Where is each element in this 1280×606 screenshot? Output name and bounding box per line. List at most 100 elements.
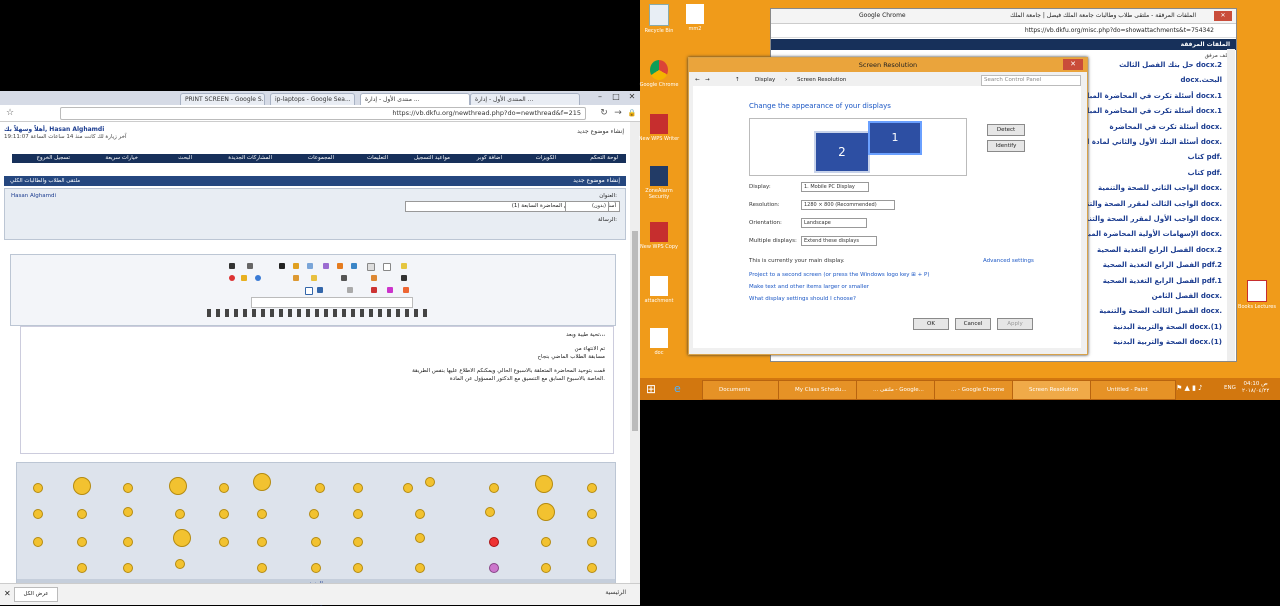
toolbar-btn[interactable] (367, 263, 375, 271)
desktop-icon-wps-writer[interactable]: New WPS Writer (638, 114, 680, 142)
smiley-icon[interactable] (257, 563, 267, 573)
ok-button[interactable]: OK (913, 318, 949, 330)
help-link[interactable]: What display settings should I choose? (749, 296, 856, 302)
display-select[interactable]: 1. Mobile PC Display (801, 182, 869, 192)
toolbar-btn[interactable] (247, 263, 253, 269)
smiley-icon[interactable] (123, 537, 133, 547)
smiley-icon[interactable] (123, 483, 133, 493)
nav-item-help[interactable]: التعليمات (367, 154, 388, 163)
toolbar-btn[interactable] (383, 263, 391, 271)
smiley-icon[interactable] (489, 483, 499, 493)
minimize-icon[interactable]: – (592, 91, 608, 103)
search-input[interactable]: Search Control Panel (981, 75, 1081, 86)
nav-item-quick[interactable]: خيارات سريعة (105, 154, 138, 163)
file-link[interactable]: الفصل الرابع التغذية الصحية pdf.2 (1103, 261, 1222, 275)
smiley-icon[interactable] (415, 563, 425, 573)
smiley-icon[interactable] (587, 537, 597, 547)
smiley-icon[interactable] (535, 475, 553, 493)
smiley-icon[interactable] (77, 537, 87, 547)
smiley-icon[interactable] (173, 529, 191, 547)
forward-icon[interactable]: → (705, 74, 710, 86)
file-link[interactable]: الواجب الأول لمقرر الصحة والتنمية docx. (1078, 215, 1223, 229)
smiley-icon[interactable] (175, 509, 185, 519)
orientation-select[interactable]: Landscape (801, 218, 867, 228)
smiley-icon[interactable] (219, 509, 229, 519)
desktop-icon-zonealarm[interactable]: ZoneAlarm Security (638, 166, 680, 200)
cancel-button[interactable]: Cancel (955, 318, 991, 330)
close-icon[interactable]: ✕ (1063, 59, 1083, 70)
smiley-icon[interactable] (541, 563, 551, 573)
toolbar-btn[interactable] (229, 263, 235, 269)
toolbar-btn[interactable] (337, 263, 343, 269)
toolbar-btn[interactable] (229, 275, 235, 281)
smiley-icon[interactable] (403, 483, 413, 493)
file-link[interactable]: الصحة والتربية البدنية docx.(1) (1113, 323, 1222, 337)
smiley-icon[interactable] (489, 563, 499, 573)
url-field[interactable]: https://vb.dkfu.org/newthread.php?do=new… (60, 107, 586, 120)
file-link[interactable]: كتاب pdf. (1188, 169, 1222, 183)
smiley-icon[interactable] (353, 537, 363, 547)
smiley-icon[interactable] (257, 509, 267, 519)
prefix-select[interactable]: (بدون) (565, 201, 609, 212)
smiley-icon[interactable] (123, 563, 133, 573)
ie-icon[interactable]: e (674, 382, 688, 396)
smiley-icon[interactable] (253, 473, 271, 491)
text-size-link[interactable]: Make text and other items larger or smal… (749, 284, 869, 290)
advanced-settings-link[interactable]: Advanced settings (983, 258, 1034, 264)
display-arrangement[interactable]: 2 1 (749, 118, 967, 176)
file-link[interactable]: الفصل الثامن docx. (1152, 292, 1222, 306)
taskbar-item-chrome-1[interactable]: ... ملتقى - Google... (856, 380, 944, 400)
file-link[interactable]: أسئلة تكرت في المحاضرة docx. (1109, 123, 1222, 137)
smiley-icon[interactable] (257, 537, 267, 547)
smiley-icon[interactable] (73, 477, 91, 495)
monitor-2-icon[interactable]: 2 (814, 131, 870, 173)
file-link[interactable]: الفصل الرابع التغذية الصحية pdf.1 (1103, 277, 1222, 291)
breadcrumb-screen-resolution[interactable]: Screen Resolution (797, 74, 846, 86)
nav-item-search[interactable]: البحث (178, 154, 192, 163)
smiley-icon[interactable] (33, 509, 43, 519)
star-icon[interactable]: ☆ (4, 107, 16, 119)
smiley-icon[interactable] (537, 503, 555, 521)
toolbar-btn[interactable] (279, 263, 285, 269)
monitor-1-icon[interactable]: 1 (868, 121, 922, 155)
nav-item-new-posts[interactable]: المشاركات الجديدة (228, 154, 272, 163)
identify-button[interactable]: Identify (987, 140, 1025, 152)
resolution-select[interactable]: 1280 × 800 (Recommended) (801, 200, 895, 210)
smiley-icon[interactable] (587, 563, 597, 573)
nav-item-groups[interactable]: المجموعات (308, 154, 334, 163)
file-link[interactable]: docx.البحث (1181, 76, 1223, 90)
toolbar-btn[interactable] (323, 263, 329, 269)
close-icon[interactable]: ✕ (4, 589, 11, 598)
tray-icons[interactable]: ⚑ ▲ ▮ ♪ (1176, 384, 1203, 392)
nav-item-logout[interactable]: تسجيل الخروج (36, 154, 70, 163)
clock[interactable]: 04:10 ص ٢٠١٨/٠٤/٢٢ (1242, 381, 1269, 395)
project-link[interactable]: Project to a second screen (or press the… (749, 272, 930, 278)
smiley-icon[interactable] (33, 483, 43, 493)
toolbar-btn[interactable] (293, 275, 299, 281)
toolbar-btn[interactable] (371, 275, 377, 281)
nav-item-cp[interactable]: لوحة التحكم (590, 154, 618, 163)
taskbar-item-paint[interactable]: Untitled - Paint (1090, 380, 1176, 400)
taskbar-item-schedule[interactable]: My Class Schedu... (778, 380, 864, 400)
smiley-icon[interactable] (311, 563, 321, 573)
nav-item-add[interactable]: اضافة كوبر (477, 154, 502, 163)
maximize-icon[interactable]: □ (608, 91, 624, 103)
toolbar-btn[interactable] (293, 263, 299, 269)
back-url[interactable]: https://vb.dkfu.org/misc.php?do=showatta… (1025, 24, 1214, 37)
toolbar-btn[interactable] (307, 263, 313, 269)
smiley-icon[interactable] (123, 507, 133, 517)
show-all-button[interactable]: عرض الكل (14, 587, 58, 602)
file-link[interactable]: الفصل الرابع التغذية الصحية docx.2 (1097, 246, 1222, 260)
toolbar-btn[interactable] (351, 263, 357, 269)
toolbar-btn[interactable] (241, 275, 247, 281)
smiley-icon[interactable] (353, 483, 363, 493)
smiley-icon[interactable] (541, 537, 551, 547)
taskbar-item-chrome-2[interactable]: ... - Google Chrome (934, 380, 1022, 400)
toolbar-btn[interactable] (401, 275, 407, 281)
file-link[interactable]: حل بنك الفصل الثالث docx.2 (1119, 61, 1222, 75)
format-buttons-row[interactable] (207, 309, 427, 317)
toolbar-btn[interactable] (387, 287, 393, 293)
file-link[interactable]: الواجب الثاني للصحة والتنمية docx. (1098, 184, 1222, 198)
desktop-icon-wps-copy[interactable]: New WPS Copy (638, 222, 680, 250)
smiley-icon[interactable] (485, 507, 495, 517)
